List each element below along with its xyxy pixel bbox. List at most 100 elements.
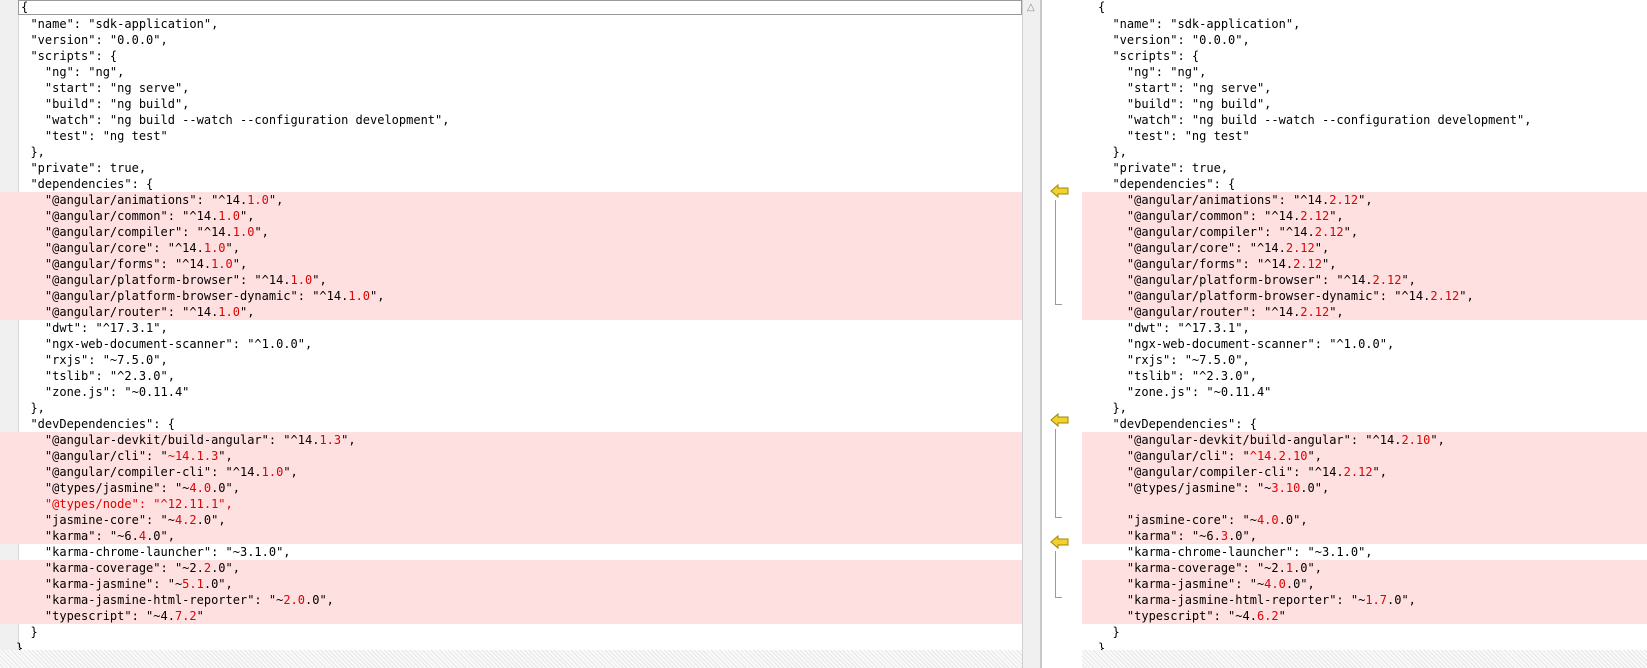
- left-code-line: "karma-chrome-launcher": "~3.1.0",: [0, 544, 1022, 560]
- code-text: ",: [283, 465, 298, 479]
- right-code-line: "watch": "ng build --watch --configurati…: [1082, 112, 1647, 128]
- left-code-line: "build": "ng build",: [0, 96, 1022, 112]
- right-code-line: "start": "ng serve",: [1082, 80, 1647, 96]
- right-code-line: "@angular/compiler": "^14.2.12",: [1082, 224, 1647, 240]
- changed-text: 1.0: [211, 257, 233, 271]
- scroll-up-arrow-icon[interactable]: △: [1027, 2, 1035, 13]
- code-text: "build": "ng build",: [16, 97, 190, 111]
- code-text: "karma-jasmine-html-reporter": "~: [16, 593, 284, 607]
- changed-text: 7.2: [174, 609, 197, 623]
- code-text: "test": "ng test": [1098, 129, 1250, 143]
- right-code-line: "private": true,: [1082, 160, 1647, 176]
- code-text: "scripts": {: [1098, 49, 1200, 63]
- code-text: "@angular/animations": "^14.: [16, 193, 248, 207]
- right-file-pane[interactable]: { "name": "sdk-application", "version": …: [1042, 0, 1647, 668]
- left-first-line-editor[interactable]: {: [18, 0, 1022, 15]
- right-end-of-file-hatch: [1082, 650, 1647, 668]
- code-text: ",: [312, 273, 327, 287]
- left-code-line: "tslib": "^2.3.0",: [0, 368, 1022, 384]
- left-code-line: "rxjs": "~7.5.0",: [0, 352, 1022, 368]
- left-code-line: },: [0, 400, 1022, 416]
- right-code-line: "@angular/platform-browser": "^14.2.12",: [1082, 272, 1647, 288]
- right-code-line: "@angular/animations": "^14.2.12",: [1082, 192, 1647, 208]
- changed-text: 2.0: [283, 593, 305, 607]
- code-text: "@angular/router": "^14.: [1098, 305, 1301, 319]
- code-text: ",: [1329, 209, 1344, 223]
- changed-text: 2.12: [1285, 241, 1315, 255]
- left-code-line: "test": "ng test": [0, 128, 1022, 144]
- code-text: "karma-chrome-launcher": "~3.1.0",: [1098, 545, 1373, 559]
- code-text: "version": "0.0.0",: [16, 33, 168, 47]
- left-code-line: "dwt": "^17.3.1",: [0, 320, 1022, 336]
- code-text: "test": "ng test": [16, 129, 168, 143]
- right-code-line: "tslib": "^2.3.0",: [1082, 368, 1647, 384]
- left-code-line: "karma-jasmine": "~5.1.0",: [0, 576, 1022, 592]
- left-code-line: "devDependencies": {: [0, 416, 1022, 432]
- code-text: "@types/jasmine": "~: [1098, 481, 1272, 495]
- code-text: "start": "ng serve",: [1098, 81, 1272, 95]
- left-code-line: "name": "sdk-application",: [0, 16, 1022, 32]
- code-text: .0",: [1387, 593, 1416, 607]
- right-code-line: }: [1082, 624, 1647, 640]
- right-code-line: "karma-jasmine-html-reporter": "~1.7.0",: [1082, 592, 1647, 608]
- code-text: "dwt": "^17.3.1",: [1098, 321, 1250, 335]
- code-text: .0",: [203, 577, 233, 591]
- code-text: "@angular-devkit/build-angular": "^14.: [16, 433, 320, 447]
- code-text: .0",: [1285, 577, 1315, 591]
- changed-text: 6.2: [1256, 609, 1279, 623]
- code-text: "dependencies": {: [16, 177, 154, 191]
- left-code-line: "jasmine-core": "~4.2.0",: [0, 512, 1022, 528]
- left-code-line: "karma-coverage": "~2.2.0",: [0, 560, 1022, 576]
- right-code-line: [1082, 496, 1647, 512]
- code-text: .0",: [1228, 529, 1257, 543]
- right-code-line: "dependencies": {: [1082, 176, 1647, 192]
- changed-text: 4: [138, 529, 147, 543]
- code-text: ",: [1372, 465, 1387, 479]
- code-text: ",: [370, 289, 385, 303]
- code-text: "ngx-web-document-scanner": "^1.0.0",: [1098, 337, 1395, 351]
- right-code-line: "@angular/forms": "^14.2.12",: [1082, 256, 1647, 272]
- code-text: ",: [1401, 273, 1416, 287]
- left-vertical-scrollbar[interactable]: △: [1022, 0, 1041, 668]
- code-text: ": [196, 609, 204, 623]
- copy-left-arrow-icon[interactable]: [1050, 184, 1070, 198]
- left-code-line: "@angular/core": "^14.1.0",: [0, 240, 1022, 256]
- code-text: "@angular/common": "^14.: [1098, 209, 1301, 223]
- changed-text: 1.0: [247, 193, 269, 207]
- code-text: ",: [1321, 257, 1337, 271]
- code-text: }: [16, 625, 38, 639]
- left-code-line: "private": true,: [0, 160, 1022, 176]
- code-text: ",: [1343, 225, 1359, 239]
- code-text: "name": "sdk-application",: [16, 17, 219, 31]
- code-text: "@angular/cli": ": [1098, 449, 1250, 463]
- right-code-line: "build": "ng build",: [1082, 96, 1647, 112]
- changed-text: 2.12: [1293, 257, 1322, 271]
- changed-text: 5.1: [182, 577, 204, 591]
- copy-left-arrow-icon[interactable]: [1050, 535, 1070, 549]
- code-text: "@angular/core": "^14.: [16, 241, 204, 255]
- code-text: "@angular/platform-browser-dynamic": "^1…: [16, 289, 349, 303]
- code-text: "version": "0.0.0",: [1098, 33, 1250, 47]
- changed-text: 2.12: [1430, 289, 1460, 303]
- code-text: "dwt": "^17.3.1",: [16, 321, 168, 335]
- left-file-pane[interactable]: { "name": "sdk-application", "version": …: [0, 0, 1022, 668]
- changed-text: 4.0: [1264, 577, 1286, 591]
- copy-left-arrow-icon[interactable]: [1050, 413, 1070, 427]
- right-first-line: {: [1098, 0, 1106, 14]
- right-code-line: "jasmine-core": "~4.0.0",: [1082, 512, 1647, 528]
- code-text: "@angular-devkit/build-angular": "^14.: [1098, 433, 1402, 447]
- right-code-line: "@types/jasmine": "~3.10.0",: [1082, 480, 1647, 496]
- changed-text: ^14.2.10: [1249, 449, 1308, 463]
- left-code-line: "scripts": {: [0, 48, 1022, 64]
- left-code-line: "@angular/compiler-cli": "^14.1.0",: [0, 464, 1022, 480]
- code-text: "karma-coverage": "~2.: [16, 561, 204, 575]
- code-text: "build": "ng build",: [1098, 97, 1272, 111]
- changed-text: 2.12: [1300, 209, 1330, 223]
- changed-text: 1.3: [319, 433, 342, 447]
- left-code-line: "karma-jasmine-html-reporter": "~2.0.0",: [0, 592, 1022, 608]
- right-code-line: "test": "ng test": [1082, 128, 1647, 144]
- changed-text: 2.10: [1401, 433, 1431, 447]
- code-text: "karma": "~6.: [1098, 529, 1221, 543]
- code-text: "karma-jasmine": "~: [16, 577, 183, 591]
- right-code-line: "karma-coverage": "~2.1.0",: [1082, 560, 1647, 576]
